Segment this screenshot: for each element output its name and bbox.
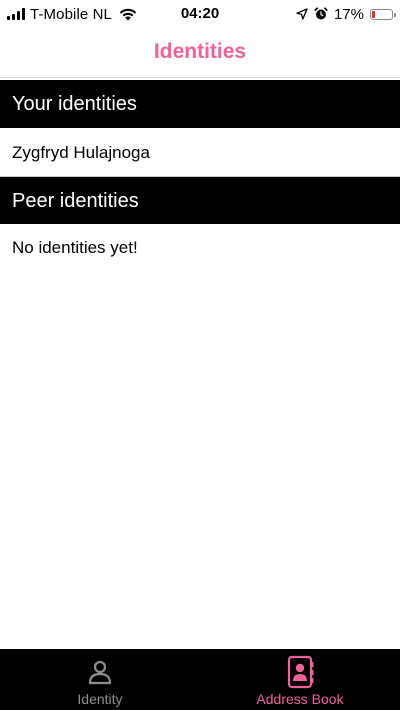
- person-icon: [88, 660, 112, 685]
- empty-state-text: No identities yet!: [0, 224, 400, 272]
- identity-row[interactable]: Zygfryd Hulajnoga: [0, 129, 400, 177]
- section-header-peer-identities: Peer identities: [0, 177, 400, 225]
- address-book-icon: [287, 655, 314, 689]
- battery-level-fill: [372, 10, 376, 18]
- battery-icon: [370, 8, 396, 20]
- tab-identity[interactable]: Identity: [0, 649, 200, 710]
- tab-address-book[interactable]: Address Book: [200, 649, 400, 710]
- navigation-bar: Identities: [0, 28, 400, 78]
- status-bar: T-Mobile NL 04:20 17%: [0, 0, 400, 28]
- page-title: Identities: [153, 40, 247, 63]
- location-arrow-icon: [296, 8, 308, 20]
- tab-bar: Identity Address Book: [0, 649, 400, 710]
- alarm-clock-icon: [314, 7, 328, 20]
- battery-tip: [394, 12, 396, 17]
- section-header-your-identities: Your identities: [0, 80, 400, 128]
- status-right: 17%: [296, 4, 396, 24]
- battery-percent: 17%: [333, 5, 364, 23]
- tab-identity-label: Identity: [77, 691, 123, 707]
- tab-address-book-label: Address Book: [256, 691, 344, 707]
